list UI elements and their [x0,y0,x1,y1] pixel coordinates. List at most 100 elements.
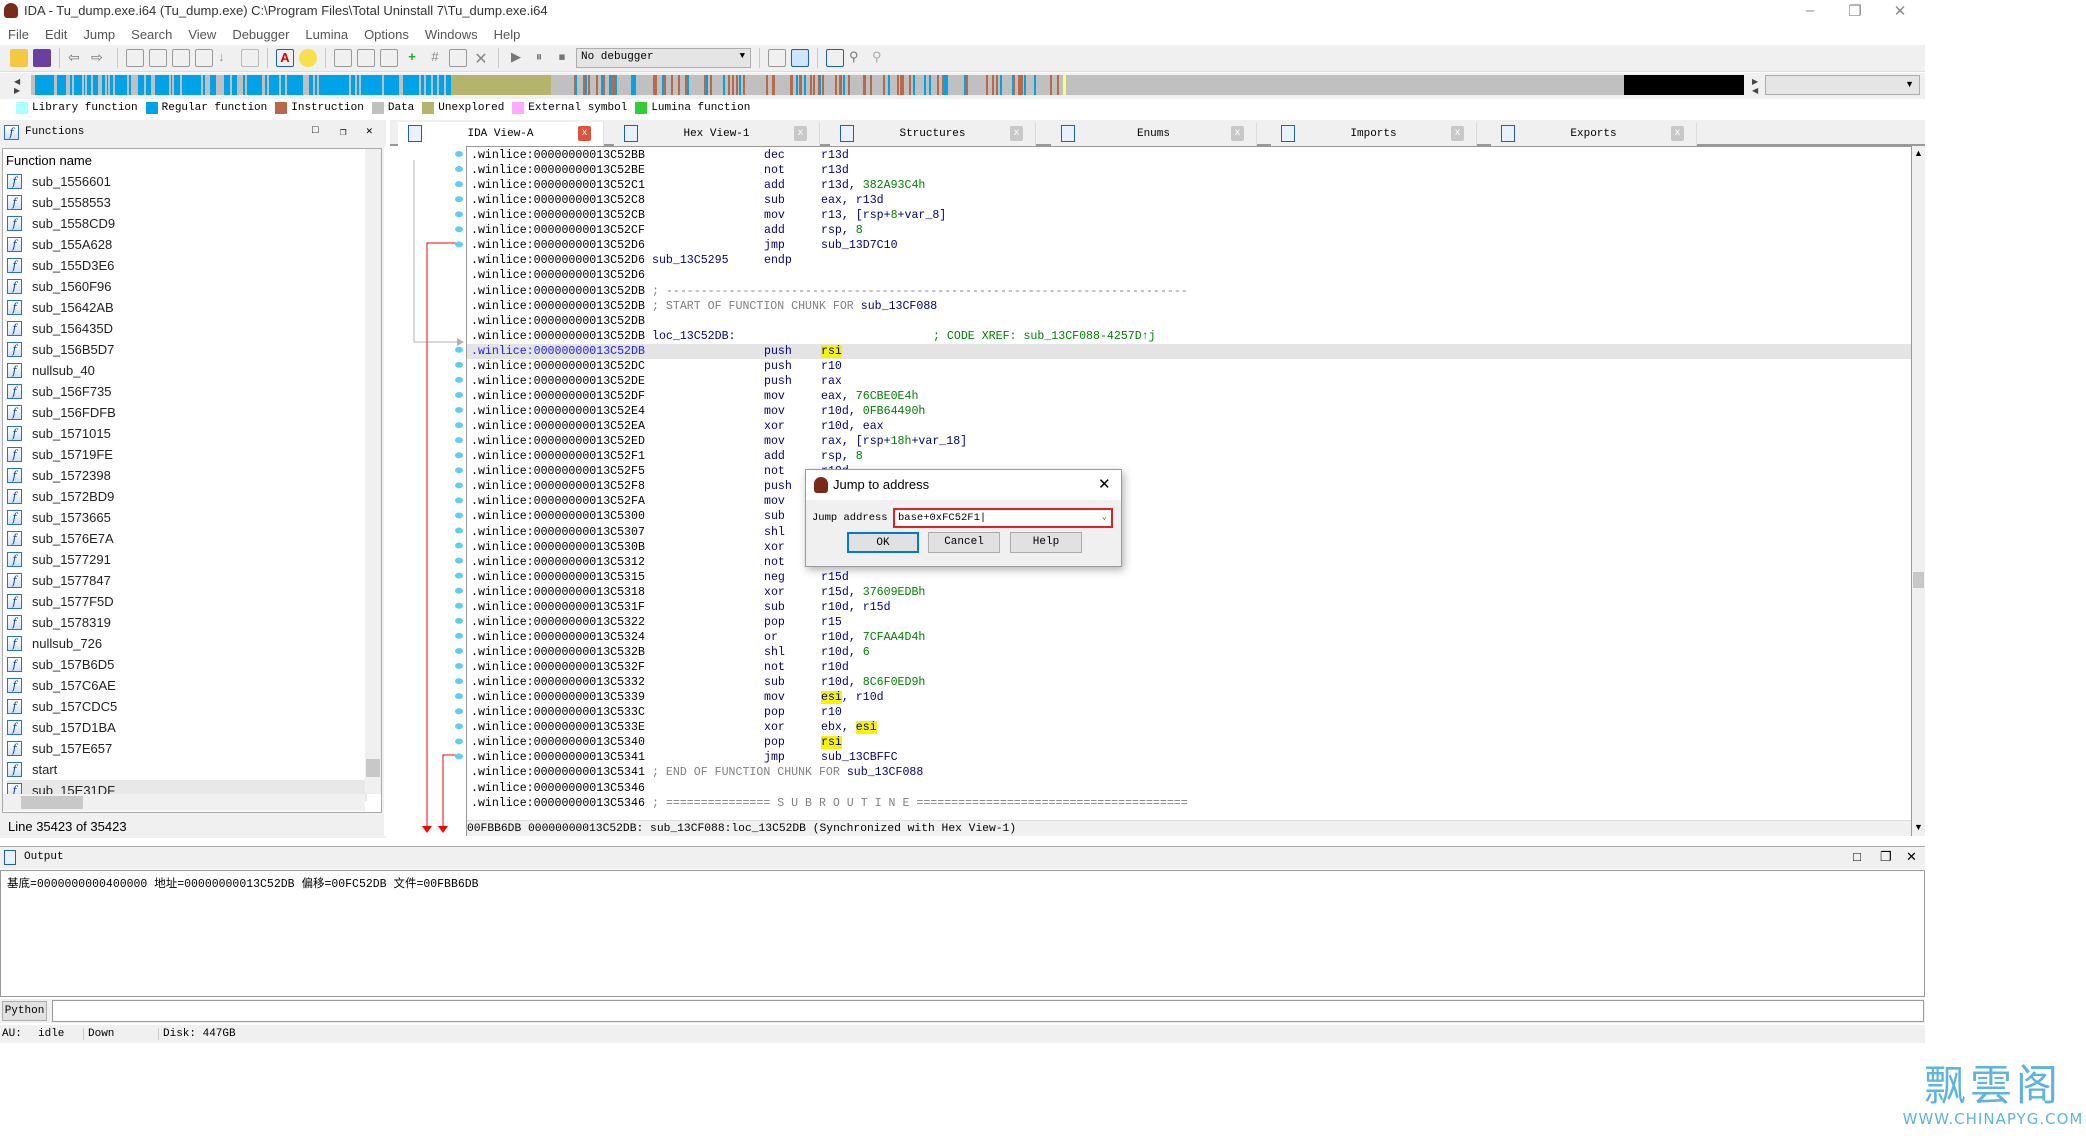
xref-comment[interactable]: ; CODE XREF: sub_13CF088-4257D↑j [933,329,1156,344]
disasm-line[interactable]: .winlice:00000000013C52DB ; -------------… [467,284,1911,299]
tab-imports[interactable]: Imports x [1271,122,1477,146]
breakpoint-dot[interactable] [455,241,463,248]
function-list-item[interactable]: f sub_1571015 [7,423,367,444]
breakpoint-dot[interactable] [455,422,463,429]
nav-band-select[interactable]: ▼ [1765,75,1920,95]
close-window-button[interactable]: ✕ [1890,2,1910,20]
menu-options[interactable]: Options [356,24,417,44]
function-list-item[interactable]: f sub_157CDC5 [7,696,367,717]
menu-debugger[interactable]: Debugger [224,24,297,44]
function-list-item[interactable]: f sub_1556601 [7,171,367,192]
breakpoint-dot[interactable] [455,376,463,383]
disasm-line[interactable]: .winlice:00000000013C52DB push rsi [467,343,1911,359]
breakpoint-dot[interactable] [455,753,463,760]
disasm-line[interactable]: .winlice:00000000013C5315 neg r15d [467,570,1911,585]
function-list-item[interactable]: f nullsub_726 [7,633,367,654]
ok-button[interactable]: OK [847,532,919,553]
close-tab-icon[interactable]: x [1010,126,1023,141]
disasm-line[interactable]: .winlice:00000000013C52EA xor r10d, eax [467,419,1911,434]
breakpoint-dot[interactable] [455,723,463,730]
band-position-marker[interactable] [1063,75,1066,95]
minimize-button[interactable]: – [1800,2,1820,19]
float-panel-icon[interactable]: ❐ [1880,849,1892,865]
column-header-function-name[interactable]: Function name [6,153,92,168]
disasm-line[interactable]: .winlice:00000000013C5318 xor r15d, 37609E… [467,585,1911,600]
disasm-line[interactable]: .winlice:00000000013C531F sub r10d, r15d [467,600,1911,615]
jump-address-input[interactable]: base+0xFC52F1| ⌄ [893,508,1113,528]
breakpoint-dot[interactable] [455,196,463,203]
menu-view[interactable]: View [180,24,224,44]
make-data-icon[interactable] [357,49,375,67]
close-panel-icon[interactable]: ✕ [1906,849,1917,865]
function-list-item[interactable]: f sub_155D3E6 [7,255,367,276]
disasm-line[interactable]: .winlice:00000000013C52DE push rax [467,374,1911,389]
breakpoint-dot[interactable] [455,166,463,173]
disasm-line[interactable]: .winlice:00000000013C52F5notr10d [467,464,1911,479]
disasm-line[interactable]: .winlice:00000000013C52CB mov r13, [rsp+8+… [467,208,1911,223]
disassembly-view[interactable]: .winlice:00000000013C52BB dec r13d .winlice… [466,146,1912,836]
function-list-item[interactable]: f sub_156B5D7 [7,339,367,360]
disasm-line[interactable]: .winlice:00000000013C5346 [467,781,1911,796]
function-list-item[interactable]: f sub_1572398 [7,465,367,486]
breakpoint-dot[interactable] [455,361,463,368]
nav-band-scroll-icon[interactable]: ◀ ▶ [14,77,20,95]
menu-jump[interactable]: Jump [75,24,123,44]
disasm-line[interactable]: .winlice:00000000013C530B xor [467,540,1911,555]
strings-icon[interactable]: A [276,49,294,67]
stop-icon[interactable]: ⏹ [553,49,571,67]
open-icon[interactable] [10,49,28,67]
disasm-line[interactable]: .winlice:00000000013C52CF add rsp, 8 [467,223,1911,238]
disasm-line[interactable]: .winlice:00000000013C52DB [467,314,1911,329]
function-list-item[interactable]: f sub_1577847 [7,570,367,591]
function-list-item[interactable]: f sub_1577291 [7,549,367,570]
idea-bulb-icon[interactable] [299,49,317,67]
disasm-line[interactable]: .winlice:00000000013C5339 mov esi, r10d [467,690,1911,705]
disasm-vscroll[interactable]: ▲ ▼ [1912,146,1925,836]
disasm-line[interactable]: .winlice:00000000013C52ED mov rax, [rsp+18… [467,434,1911,449]
disasm-line[interactable]: .winlice:00000000013C52C8 sub eax, r13d [467,193,1911,208]
close-panel-icon[interactable]: ✕ [366,124,373,138]
run-script-icon[interactable] [791,49,809,67]
tab-exports[interactable]: Exports x [1491,122,1697,146]
disasm-line[interactable]: .winlice:00000000013C52BB dec r13d [467,148,1911,163]
breakpoint-dot[interactable] [455,678,463,685]
function-list-item[interactable]: f sub_1578319 [7,612,367,633]
function-list-item[interactable]: f sub_1558CD9 [7,213,367,234]
disasm-line[interactable]: .winlice:00000000013C52D6 jmp sub_13D7C10 [467,238,1911,253]
function-list-item[interactable]: f sub_157B6D5 [7,654,367,675]
undefine-icon[interactable]: # [426,49,444,67]
close-tab-icon[interactable]: x [1451,126,1464,141]
menu-edit[interactable]: Edit [37,24,75,44]
disasm-line[interactable]: .winlice:00000000013C5322 pop r15 [467,615,1911,630]
maximize-panel-icon[interactable]: □ [312,125,319,137]
function-list-item[interactable]: f sub_157C6AE [7,675,367,696]
menu-windows[interactable]: Windows [417,24,486,44]
disasm-line[interactable]: .winlice:00000000013C52DF mov eax, 76CBE0E… [467,389,1911,404]
close-tab-icon[interactable]: x [1231,126,1244,141]
breakpoint-list-icon[interactable] [826,49,844,67]
breakpoint-dot[interactable] [455,437,463,444]
function-list-hscroll[interactable] [3,794,365,811]
make-code-icon[interactable] [334,49,352,67]
function-list-item[interactable]: f sub_15642AB [7,297,367,318]
back-icon[interactable]: ⇦ [68,49,86,67]
breakpoint-dot[interactable] [455,482,463,489]
make-struct-icon[interactable]: + [403,49,421,67]
disasm-line[interactable]: .winlice:00000000013C52F8 push [467,479,1911,494]
menu-help[interactable]: Help [486,24,529,44]
disasm-line[interactable]: .winlice:00000000013C52DB loc_13C52DB: ; C… [467,329,1911,344]
breakpoint-dot[interactable] [455,452,463,459]
breakpoint-dot[interactable] [455,708,463,715]
scroll-thumb[interactable] [21,796,83,809]
breakpoint-dot[interactable] [455,346,463,353]
rename-icon[interactable] [449,49,467,67]
breakpoint-dot[interactable] [455,557,463,564]
search-binary-icon[interactable] [126,49,144,67]
navigation-band[interactable] [31,75,1744,95]
disasm-line[interactable]: .winlice:00000000013C532F not r10d [467,660,1911,675]
function-list-item[interactable]: f sub_156FDFB [7,402,367,423]
disasm-line[interactable]: .winlice:00000000013C5332 sub r10d, 8C6F0E… [467,675,1911,690]
breakpoint-dot[interactable] [455,542,463,549]
function-list-item[interactable]: f sub_1560F96 [7,276,367,297]
scroll-thumb[interactable] [1913,572,1924,588]
